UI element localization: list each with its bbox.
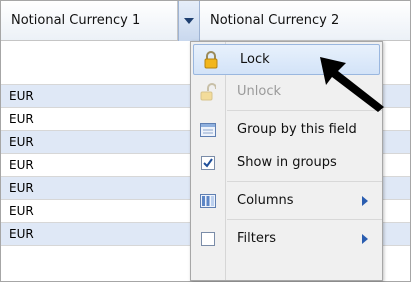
cell-currency: EUR [9, 89, 34, 103]
group-icon [191, 122, 225, 137]
unlock-icon [191, 82, 225, 101]
cell-currency: EUR [9, 135, 34, 149]
chevron-right-icon [362, 195, 368, 206]
column-menu-trigger[interactable] [178, 1, 200, 41]
columns-icon [191, 193, 225, 208]
chevron-right-icon [362, 233, 368, 244]
menu-item-show-in-groups[interactable]: Show in groups [191, 146, 382, 179]
lock-icon [194, 50, 228, 69]
column-header-label: Notional Currency 2 [210, 13, 340, 28]
column-header-notional-currency-2[interactable]: Notional Currency 2 [178, 1, 410, 41]
cell-currency: EUR [9, 158, 34, 172]
chevron-down-icon [184, 18, 194, 24]
menu-separator [227, 219, 382, 220]
checkbox-icon [191, 155, 225, 170]
column-header-label: Notional Currency 1 [11, 13, 141, 28]
menu-item-filters[interactable]: Filters [191, 222, 382, 255]
filter-checkbox-icon [191, 231, 225, 246]
arrow-pointer-icon [320, 57, 384, 112]
cell-currency: EUR [9, 204, 34, 218]
menu-item-columns[interactable]: Columns [191, 184, 382, 217]
cell-currency: EUR [9, 227, 34, 241]
cell-currency: EUR [9, 112, 34, 126]
cell-currency: EUR [9, 181, 34, 195]
column-header-notional-currency-1[interactable]: Notional Currency 1 [1, 1, 178, 41]
menu-separator [227, 181, 382, 182]
menu-item-group-by-field[interactable]: Group by this field [191, 113, 382, 146]
grid-header: Notional Currency 1 Notional Currency 2 [1, 1, 410, 41]
